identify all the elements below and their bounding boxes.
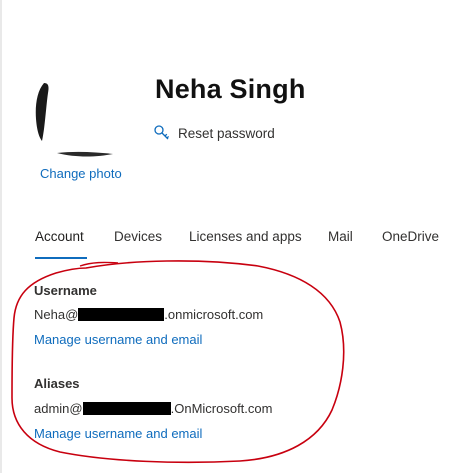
tab-devices[interactable]: Devices [114,229,162,244]
username-redaction [78,308,165,321]
reset-password-label: Reset password [178,125,275,141]
username-label: Username [34,283,97,298]
tab-licenses-and-apps[interactable]: Licenses and apps [189,229,302,244]
avatar-image [35,67,127,159]
user-display-name: Neha Singh [155,74,306,104]
window-edge [0,0,2,473]
alias-prefix: admin@ [34,401,83,416]
aliases-label: Aliases [34,376,80,391]
change-photo-link[interactable]: Change photo [40,166,122,181]
tab-onedrive[interactable]: OneDrive [382,229,439,244]
alias-value: admin@ .OnMicrosoft.com [34,401,272,416]
username-suffix: .onmicrosoft.com [164,307,264,322]
username-value: Neha@ .onmicrosoft.com [34,307,263,322]
alias-suffix: .OnMicrosoft.com [170,401,273,416]
reset-password-button[interactable]: Reset password [153,124,275,142]
avatar[interactable] [35,67,127,159]
tab-mail[interactable]: Mail [328,229,353,244]
tab-account[interactable]: Account [35,229,84,244]
manage-aliases-link[interactable]: Manage username and email [34,426,202,441]
username-prefix: Neha@ [34,307,79,322]
active-tab-indicator [35,257,87,259]
manage-username-link[interactable]: Manage username and email [34,332,202,347]
key-icon [154,125,170,140]
alias-redaction [82,402,171,415]
